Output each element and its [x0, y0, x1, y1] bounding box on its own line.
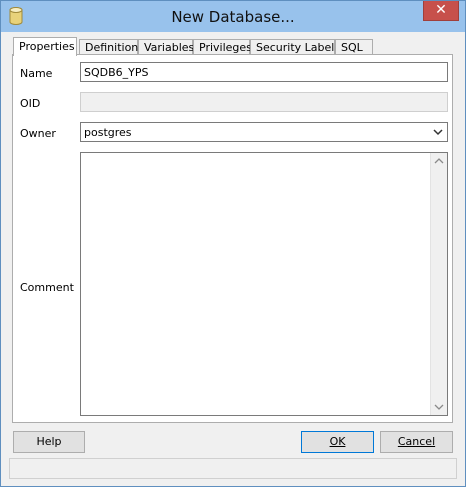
new-database-dialog: New Database... ✕ Properties Definition …	[0, 0, 466, 487]
tab-security-labels[interactable]: Security Labels	[250, 39, 340, 55]
name-field[interactable]: SQDB6_YPS	[80, 62, 448, 82]
oid-field	[80, 92, 448, 112]
tab-privileges[interactable]: Privileges	[193, 39, 252, 55]
cancel-button-label: Cancel	[397, 435, 436, 448]
title-bar[interactable]: New Database... ✕	[1, 1, 465, 32]
close-button[interactable]: ✕	[423, 1, 459, 21]
owner-select[interactable]: postgres	[80, 122, 448, 142]
properties-panel: Name SQDB6_YPS OID Owner postgres Commen…	[12, 54, 453, 423]
name-label: Name	[20, 67, 53, 80]
ok-button[interactable]: OK	[301, 431, 374, 453]
comment-label: Comment	[20, 281, 74, 294]
owner-label: Owner	[20, 127, 56, 140]
tab-definition[interactable]: Definition	[79, 39, 138, 55]
tab-properties[interactable]: Properties	[13, 37, 77, 56]
name-value: SQDB6_YPS	[84, 66, 149, 79]
help-button[interactable]: Help	[13, 431, 85, 453]
dialog-title: New Database...	[171, 8, 295, 26]
owner-value: postgres	[84, 126, 132, 139]
tab-variables[interactable]: Variables	[138, 39, 194, 55]
tab-sql[interactable]: SQL	[335, 39, 373, 55]
close-icon: ✕	[435, 2, 447, 18]
ok-button-label: OK	[329, 435, 346, 448]
help-button-label: Help	[36, 435, 62, 448]
status-bar	[9, 458, 457, 479]
chevron-down-icon[interactable]	[431, 399, 447, 415]
cancel-button[interactable]: Cancel	[380, 431, 453, 453]
chevron-up-icon[interactable]	[431, 153, 447, 169]
chevron-down-icon[interactable]	[433, 127, 443, 137]
oid-label: OID	[20, 97, 41, 110]
dialog-client-area: Properties Definition Variables Privileg…	[9, 32, 457, 479]
comment-textarea[interactable]	[80, 152, 448, 416]
comment-scrollbar[interactable]	[430, 153, 447, 415]
